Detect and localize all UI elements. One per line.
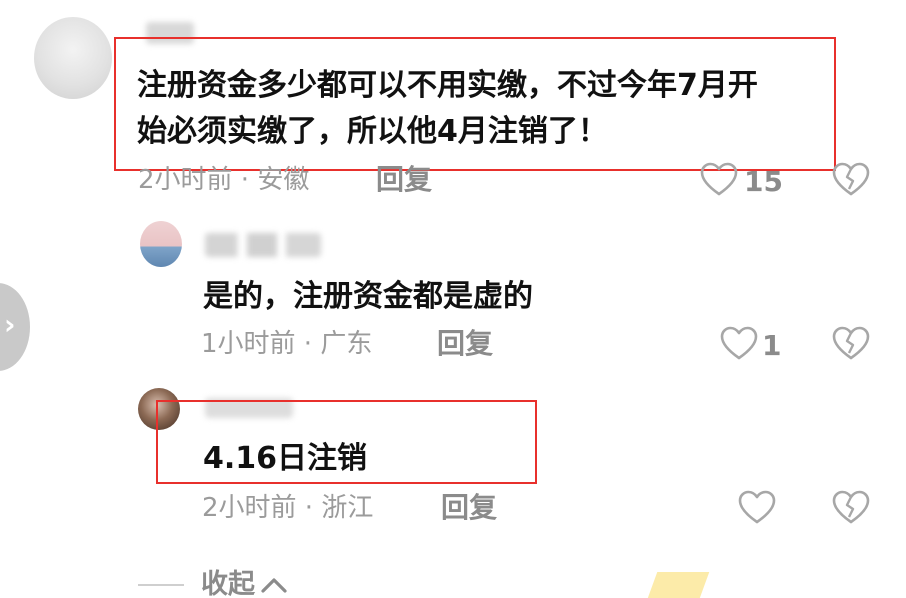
like-count: 1 [762, 329, 782, 362]
comment-text: 注册资金多少都可以不用实缴，不过今年7月开 始必须实缴了，所以他4月注销了！ [137, 63, 758, 155]
comment-line: 始必须实缴了，所以他4月注销了！ [137, 114, 608, 149]
chevron-right-icon: › [4, 308, 16, 341]
reply-button[interactable]: 回复 [376, 162, 432, 198]
avatar[interactable] [138, 388, 180, 430]
comment-thread: › ██████ 注册资金多少都可以不用实缴，不过今年7月开 始必须实缴了，所以… [0, 0, 906, 598]
comment-meta: 1小时前 · 广东 [201, 329, 373, 359]
comment-line: 注册资金多少都可以不用实缴，不过今年7月开 [137, 68, 758, 103]
reply-button[interactable]: 回复 [441, 490, 497, 526]
broken-heart-icon[interactable] [832, 326, 870, 362]
username[interactable]: █████ [205, 398, 293, 418]
avatar[interactable] [140, 221, 182, 267]
broken-heart-icon[interactable] [832, 490, 870, 526]
side-nav-button[interactable]: › [0, 283, 30, 371]
decorative-highlight [642, 572, 710, 598]
reply-button[interactable]: 回复 [437, 326, 493, 362]
username[interactable]: ██████ [146, 22, 194, 44]
comment-meta: 2小时前 · 安徽 [138, 165, 310, 195]
broken-heart-icon[interactable] [832, 162, 870, 198]
collapse-replies-button[interactable]: 收起 [201, 568, 255, 598]
heart-outline-icon[interactable] [738, 490, 776, 526]
comment-line: 4.16日注销 [203, 441, 368, 476]
heart-outline-icon[interactable] [700, 162, 738, 198]
like-count: 15 [744, 165, 783, 198]
comment-text: 4.16日注销 [203, 436, 367, 482]
avatar[interactable] [34, 17, 112, 99]
comment-text: 是的，注册资金都是虚的 [203, 274, 533, 320]
collapse-divider [138, 584, 184, 586]
chevron-up-icon[interactable] [259, 575, 289, 595]
username[interactable]: ██ █ ███ [205, 233, 321, 257]
heart-outline-icon[interactable] [720, 326, 758, 362]
comment-meta: 2小时前 · 浙江 [202, 493, 374, 523]
comment-line: 是的，注册资金都是虚的 [203, 279, 533, 314]
